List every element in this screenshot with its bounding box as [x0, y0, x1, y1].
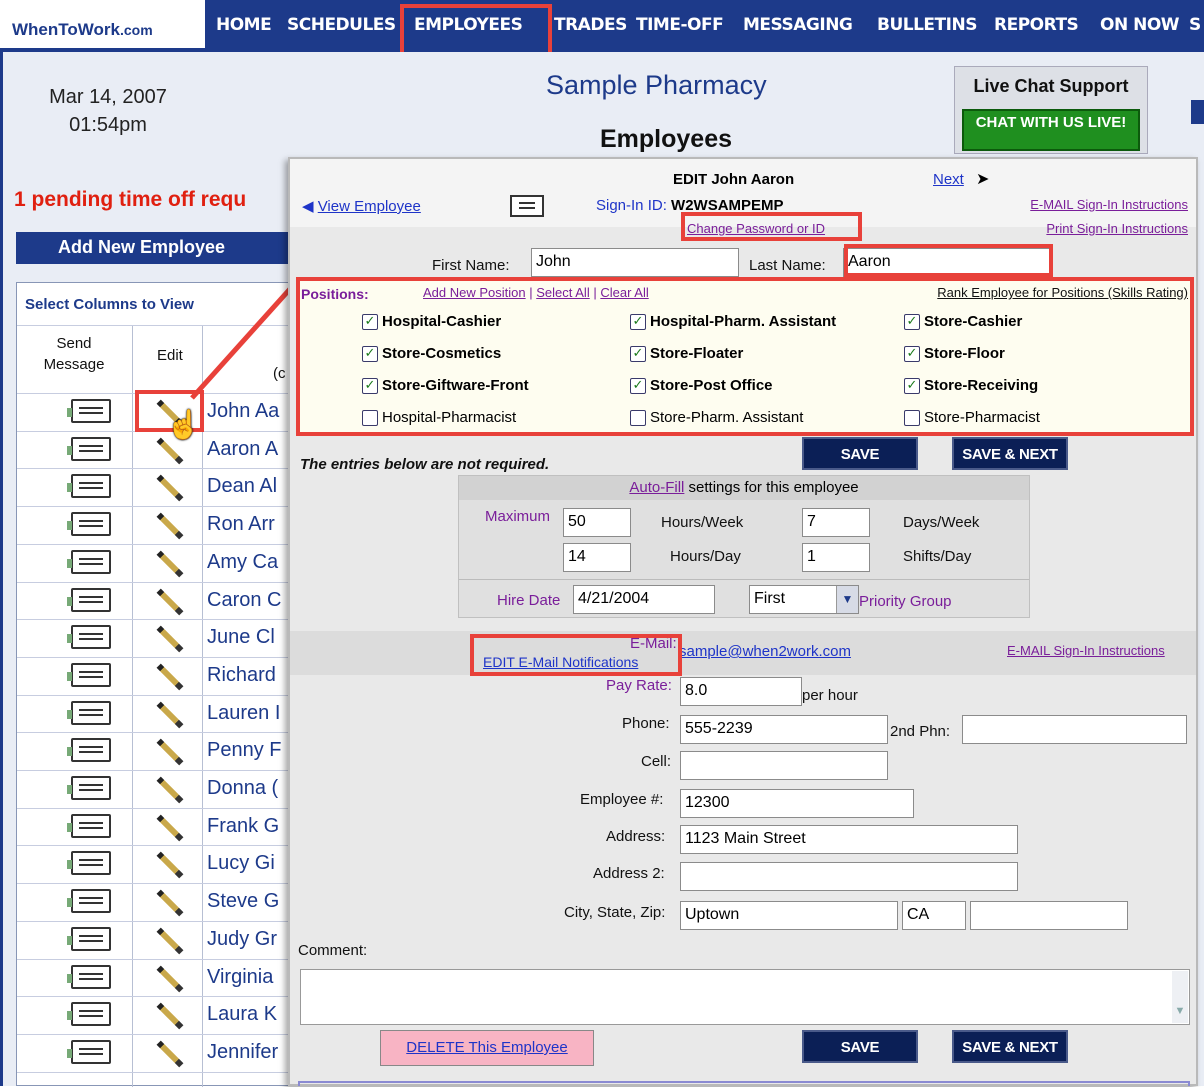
- autofill-panel: Auto-Fill settings for this employee Max…: [458, 475, 1030, 618]
- next-arrow-icon[interactable]: ➤: [976, 169, 989, 188]
- first-name-field[interactable]: John: [531, 248, 739, 277]
- phone2-label: 2nd Phn:: [890, 723, 951, 740]
- email-signin-instructions-link[interactable]: E-MAIL Sign-In Instructions: [1030, 197, 1188, 212]
- maximum-label: Maximum: [485, 508, 551, 525]
- city-field[interactable]: Uptown: [680, 901, 898, 930]
- autofill-link[interactable]: Auto-Fill: [629, 479, 684, 496]
- days-week-label: Days/Week: [903, 514, 980, 531]
- pay-rate-field[interactable]: 8.0: [680, 677, 802, 706]
- email-signin-instructions-link-2[interactable]: E-MAIL Sign-In Instructions: [1007, 643, 1165, 658]
- comment-label: Comment:: [298, 942, 368, 959]
- comment-scrollbar[interactable]: ▼: [1172, 971, 1188, 1023]
- message-icon[interactable]: [510, 195, 544, 217]
- shifts-day-label: Shifts/Day: [903, 548, 972, 565]
- state-field[interactable]: CA: [902, 901, 966, 930]
- pay-rate-label: Pay Rate:: [606, 677, 672, 694]
- last-name-label: Last Name:: [749, 257, 826, 274]
- back-arrow-icon: ◀: [302, 198, 318, 215]
- hours-day-label: Hours/Day: [670, 548, 741, 565]
- hours-week-field[interactable]: 50: [563, 508, 631, 537]
- bottom-strip: [298, 1081, 1190, 1086]
- view-employee-link[interactable]: ◀ View Employee: [302, 197, 421, 215]
- comment-field[interactable]: ▼: [300, 969, 1190, 1025]
- last-name-highlight: [844, 244, 1053, 277]
- delete-employee-button[interactable]: DELETE This Employee: [380, 1030, 594, 1066]
- address-label: Address:: [606, 828, 666, 845]
- employee-number-label: Employee #:: [580, 791, 664, 808]
- next-link[interactable]: Next: [933, 171, 964, 188]
- edit-email-highlight: [470, 634, 682, 676]
- hours-day-field[interactable]: 14: [563, 543, 631, 572]
- hire-date-field[interactable]: 4/21/2004: [573, 585, 715, 614]
- autofill-header: Auto-Fill settings for this employee: [459, 476, 1029, 500]
- hire-date-label: Hire Date: [497, 592, 561, 609]
- change-password-highlight: [681, 212, 862, 241]
- phone-label: Phone:: [622, 715, 670, 732]
- not-required-note: The entries below are not required.: [300, 456, 550, 473]
- save-button[interactable]: SAVE: [802, 437, 918, 470]
- priority-select[interactable]: First ▼: [749, 585, 859, 614]
- employee-number-field[interactable]: 12300: [680, 789, 914, 818]
- autofill-divider: [459, 579, 1029, 580]
- days-week-field[interactable]: 7: [802, 508, 870, 537]
- address2-field[interactable]: [680, 862, 1018, 891]
- save-next-button-bottom[interactable]: SAVE & NEXT: [952, 1030, 1068, 1063]
- save-next-button[interactable]: SAVE & NEXT: [952, 437, 1068, 470]
- dialog-title: EDIT John Aaron: [673, 171, 795, 188]
- address2-label: Address 2:: [593, 865, 665, 882]
- zip-field[interactable]: [970, 901, 1128, 930]
- address-field[interactable]: 1123 Main Street: [680, 825, 1018, 854]
- first-name-label: First Name:: [432, 257, 510, 274]
- cell-label: Cell:: [641, 753, 672, 770]
- edit-employee-dialog: EDIT John Aaron Next ➤ ◀ View Employee S…: [288, 157, 1198, 1086]
- priority-group-label: Priority Group: [859, 593, 952, 610]
- email-link[interactable]: sample@when2work.com: [679, 643, 851, 660]
- positions-highlight: [296, 277, 1194, 436]
- cell-field[interactable]: [680, 751, 888, 780]
- phone-field[interactable]: 555-2239: [680, 715, 888, 744]
- save-button-bottom[interactable]: SAVE: [802, 1030, 918, 1063]
- dropdown-arrow-icon[interactable]: ▼: [836, 586, 858, 613]
- phone2-field[interactable]: [962, 715, 1187, 744]
- shifts-day-field[interactable]: 1: [802, 543, 870, 572]
- per-hour-label: per hour: [802, 687, 858, 704]
- hours-week-label: Hours/Week: [661, 514, 744, 531]
- print-signin-instructions-link[interactable]: Print Sign-In Instructions: [1046, 221, 1188, 236]
- city-state-zip-label: City, State, Zip:: [564, 904, 666, 921]
